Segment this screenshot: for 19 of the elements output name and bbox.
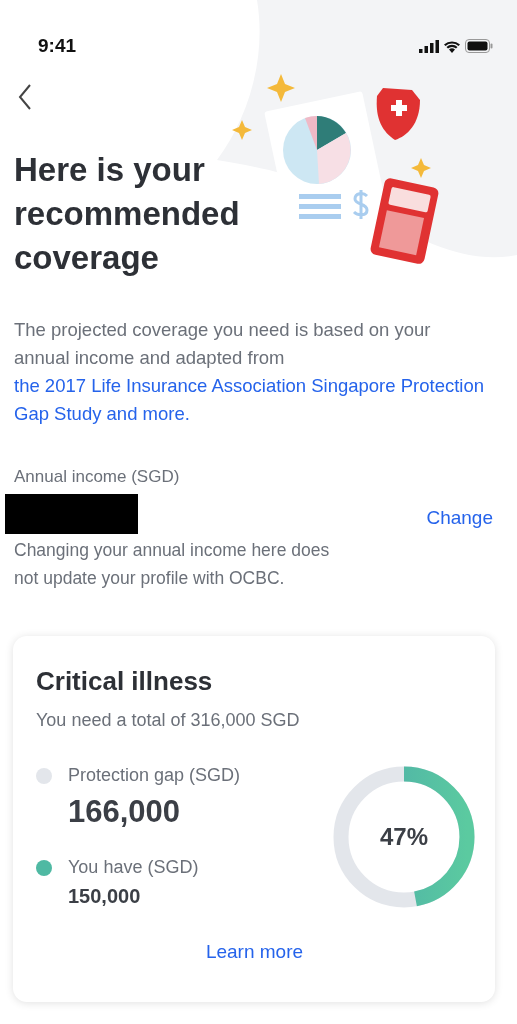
study-link[interactable]: the 2017 Life Insurance Association Singapore Protection Gap Study and more. <box>14 372 484 428</box>
learn-more-link[interactable]: Learn more <box>205 940 304 962</box>
card-title: Critical illness <box>36 664 214 698</box>
change-link[interactable]: Change <box>426 503 493 532</box>
signal-icon <box>419 39 439 53</box>
back-icon[interactable] <box>18 84 32 110</box>
income-label: Annual income (SGD) <box>14 466 181 488</box>
status-time: 9:41 <box>38 33 77 58</box>
page-title: Here is your recommended coverage <box>14 150 241 278</box>
card-subtitle: You need a total of 316,000 SGD <box>36 708 301 732</box>
income-note: Changing your annual income here does not update your profile with OCBC. <box>14 538 331 590</box>
legend-value: 166,000 <box>68 793 182 832</box>
legend-label: Protection gap (SGD) <box>68 764 241 788</box>
legend-value: 150,000 <box>68 883 142 909</box>
wifi-icon <box>443 39 461 53</box>
ring-percentage: 47% <box>380 821 428 852</box>
legend-label: You have (SGD) <box>68 855 199 879</box>
intro-paragraph: The projected coverage you need is based on your annual income and adapted from the 2017 Life Insurance Association Singapore Protection Gap Study and more. <box>14 316 484 428</box>
battery-icon <box>465 39 493 53</box>
